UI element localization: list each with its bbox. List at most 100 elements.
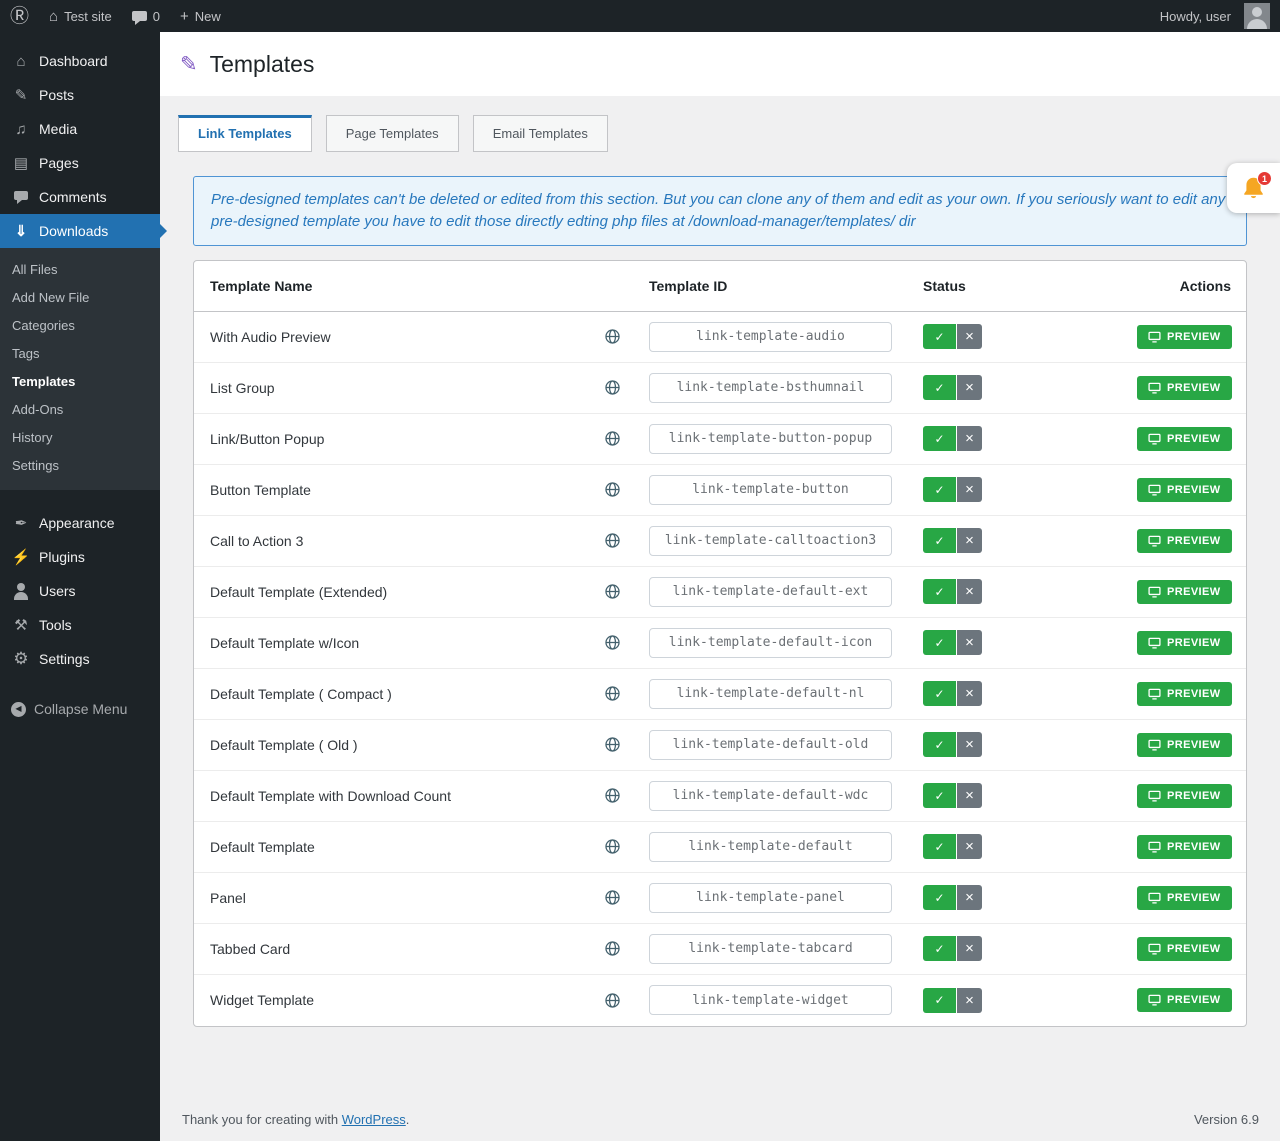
sidebar-item-posts[interactable]: Posts [0, 78, 160, 112]
submenu-item-history[interactable]: History [0, 424, 160, 452]
preview-button[interactable]: PREVIEW [1137, 376, 1232, 400]
globe-icon[interactable] [604, 379, 621, 396]
status-active-button[interactable] [923, 630, 956, 655]
sidebar-item-media[interactable]: Media [0, 112, 160, 146]
globe-icon[interactable] [604, 481, 621, 498]
template-id-input[interactable] [649, 475, 892, 505]
globe-icon[interactable] [604, 940, 621, 957]
sidebar-item-pages[interactable]: Pages [0, 146, 160, 180]
status-inactive-button[interactable] [957, 885, 982, 910]
preview-button[interactable]: PREVIEW [1137, 580, 1232, 604]
template-id-input[interactable] [649, 985, 892, 1015]
status-active-button[interactable] [923, 324, 956, 349]
submenu-item-tags[interactable]: Tags [0, 340, 160, 368]
new-content-menu[interactable]: + New [170, 0, 231, 32]
preview-button[interactable]: PREVIEW [1137, 988, 1232, 1012]
sidebar-item-users[interactable]: Users [0, 574, 160, 608]
globe-icon[interactable] [604, 992, 621, 1009]
status-active-button[interactable] [923, 834, 956, 859]
submenu-item-settings[interactable]: Settings [0, 452, 160, 480]
globe-icon[interactable] [604, 532, 621, 549]
status-active-button[interactable] [923, 783, 956, 808]
globe-icon[interactable] [604, 430, 621, 447]
sidebar-item-collapse-menu[interactable]: Collapse Menu [0, 692, 160, 726]
preview-button[interactable]: PREVIEW [1137, 325, 1232, 349]
template-id-input[interactable] [649, 577, 892, 607]
my-account-menu[interactable]: Howdy, user [1150, 0, 1280, 32]
sidebar-item-plugins[interactable]: Plugins [0, 540, 160, 574]
status-inactive-button[interactable] [957, 324, 982, 349]
template-id-input[interactable] [649, 934, 892, 964]
sidebar-item-dashboard[interactable]: Dashboard [0, 44, 160, 78]
preview-button[interactable]: PREVIEW [1137, 478, 1232, 502]
preview-button[interactable]: PREVIEW [1137, 784, 1232, 808]
status-active-button[interactable] [923, 936, 956, 961]
status-inactive-button[interactable] [957, 630, 982, 655]
status-active-button[interactable] [923, 477, 956, 502]
submenu-item-all-files[interactable]: All Files [0, 256, 160, 284]
status-inactive-button[interactable] [957, 834, 982, 859]
preview-button[interactable]: PREVIEW [1137, 835, 1232, 859]
sidebar-item-appearance[interactable]: Appearance [0, 506, 160, 540]
status-active-button[interactable] [923, 681, 956, 706]
status-active-button[interactable] [923, 528, 956, 553]
status-active-button[interactable] [923, 375, 956, 400]
globe-icon[interactable] [604, 634, 621, 651]
globe-icon[interactable] [604, 328, 621, 345]
submenu-item-add-ons[interactable]: Add-Ons [0, 396, 160, 424]
template-id-input[interactable] [649, 424, 892, 454]
tab-page-templates[interactable]: Page Templates [326, 115, 459, 152]
status-inactive-button[interactable] [957, 783, 982, 808]
status-inactive-button[interactable] [957, 732, 982, 757]
preview-button[interactable]: PREVIEW [1137, 631, 1232, 655]
sidebar-item-downloads[interactable]: Downloads [0, 214, 160, 248]
template-id-input[interactable] [649, 730, 892, 760]
globe-icon[interactable] [604, 838, 621, 855]
template-id-input[interactable] [649, 832, 892, 862]
globe-icon[interactable] [604, 685, 621, 702]
template-id-input[interactable] [649, 322, 892, 352]
status-active-button[interactable] [923, 885, 956, 910]
template-id-input[interactable] [649, 883, 892, 913]
preview-button[interactable]: PREVIEW [1137, 529, 1232, 553]
preview-button[interactable]: PREVIEW [1137, 733, 1232, 757]
status-inactive-button[interactable] [957, 988, 982, 1013]
tab-email-templates[interactable]: Email Templates [473, 115, 608, 152]
globe-icon[interactable] [604, 889, 621, 906]
sidebar-item-tools[interactable]: Tools [0, 608, 160, 642]
submenu-item-templates[interactable]: Templates [0, 368, 160, 396]
template-id-input[interactable] [649, 679, 892, 709]
submenu-item-categories[interactable]: Categories [0, 312, 160, 340]
status-active-button[interactable] [923, 732, 956, 757]
sidebar-item-comments[interactable]: Comments [0, 180, 160, 214]
preview-button[interactable]: PREVIEW [1137, 682, 1232, 706]
submenu-item-add-new-file[interactable]: Add New File [0, 284, 160, 312]
status-active-button[interactable] [923, 579, 956, 604]
tab-link-templates[interactable]: Link Templates [178, 115, 312, 152]
preview-button[interactable]: PREVIEW [1137, 937, 1232, 961]
status-inactive-button[interactable] [957, 579, 982, 604]
status-inactive-button[interactable] [957, 528, 982, 553]
status-inactive-button[interactable] [957, 426, 982, 451]
globe-icon[interactable] [604, 736, 621, 753]
preview-button[interactable]: PREVIEW [1137, 886, 1232, 910]
wordpress-logo-menu[interactable]: Ⓡ [0, 0, 39, 32]
globe-icon[interactable] [604, 787, 621, 804]
status-inactive-button[interactable] [957, 681, 982, 706]
notification-bell-widget[interactable]: 1 [1227, 163, 1280, 213]
status-active-button[interactable] [923, 988, 956, 1013]
site-name-link[interactable]: ⌂ Test site [39, 0, 122, 32]
template-id-input[interactable] [649, 628, 892, 658]
status-inactive-button[interactable] [957, 477, 982, 502]
sidebar-item-settings[interactable]: Settings [0, 642, 160, 676]
template-id-input[interactable] [649, 526, 892, 556]
wordpress-link[interactable]: WordPress [342, 1112, 406, 1127]
preview-button[interactable]: PREVIEW [1137, 427, 1232, 451]
template-id-input[interactable] [649, 781, 892, 811]
comments-shortcut[interactable]: 0 [122, 0, 170, 32]
status-active-button[interactable] [923, 426, 956, 451]
status-inactive-button[interactable] [957, 936, 982, 961]
template-id-input[interactable] [649, 373, 892, 403]
globe-icon[interactable] [604, 583, 621, 600]
status-inactive-button[interactable] [957, 375, 982, 400]
